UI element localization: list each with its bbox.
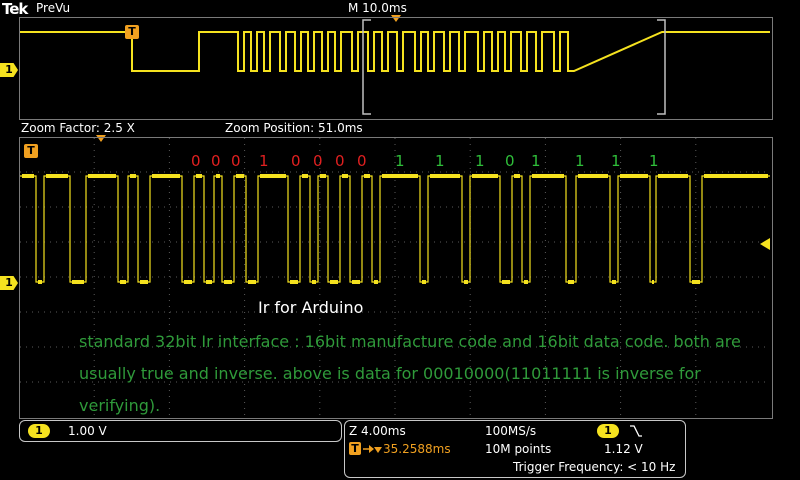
record-length-readout: 10M points <box>485 442 552 456</box>
bit-label: 0 <box>335 152 345 170</box>
bit-label: 0 <box>211 152 221 170</box>
note-body: standard 32bit Ir interface : 16bit manu… <box>79 332 741 415</box>
bit-label: 0 <box>505 152 515 170</box>
channel-1-scale: 1.00 V <box>68 424 107 438</box>
bit-label: 0 <box>357 152 367 170</box>
trigger-badge: T <box>349 442 361 455</box>
trigger-level-arrow-icon[interactable] <box>760 238 772 250</box>
trigger-arrow-icon <box>363 445 382 453</box>
channel-1-badge: 1 <box>28 424 50 438</box>
bit-label: 0 <box>291 152 301 170</box>
bit-label: 1 <box>475 152 485 170</box>
bit-label: 1 <box>531 152 541 170</box>
trigger-position-readout: 35.2588ms <box>383 442 451 456</box>
channel-1-readout[interactable]: 1 1.00 V <box>19 420 342 442</box>
trigger-level-readout: 1.12 V <box>604 442 643 456</box>
falling-edge-icon <box>630 425 642 437</box>
bit-label: 1 <box>611 152 621 170</box>
bit-label: 0 <box>191 152 201 170</box>
bit-label: 0 <box>231 152 241 170</box>
zoom-scale-readout: Z 4.00ms <box>349 424 406 438</box>
note-title: Ir for Arduino <box>258 298 364 317</box>
trigger-source-badge: 1 <box>597 424 619 438</box>
bit-label: 1 <box>575 152 585 170</box>
zoom-trigger-marker[interactable]: T <box>24 144 38 158</box>
sample-rate-readout: 100MS/s <box>485 424 537 438</box>
bit-label: 1 <box>259 152 269 170</box>
bit-label: 1 <box>649 152 659 170</box>
trigger-frequency-readout: Trigger Frequency: < 10 Hz <box>513 460 676 474</box>
acquisition-readout[interactable]: Z 4.00ms T 35.2588ms 100MS/s 10M points … <box>344 420 686 478</box>
bit-label: 1 <box>435 152 445 170</box>
bit-label: 0 <box>313 152 323 170</box>
bit-label: 1 <box>395 152 405 170</box>
